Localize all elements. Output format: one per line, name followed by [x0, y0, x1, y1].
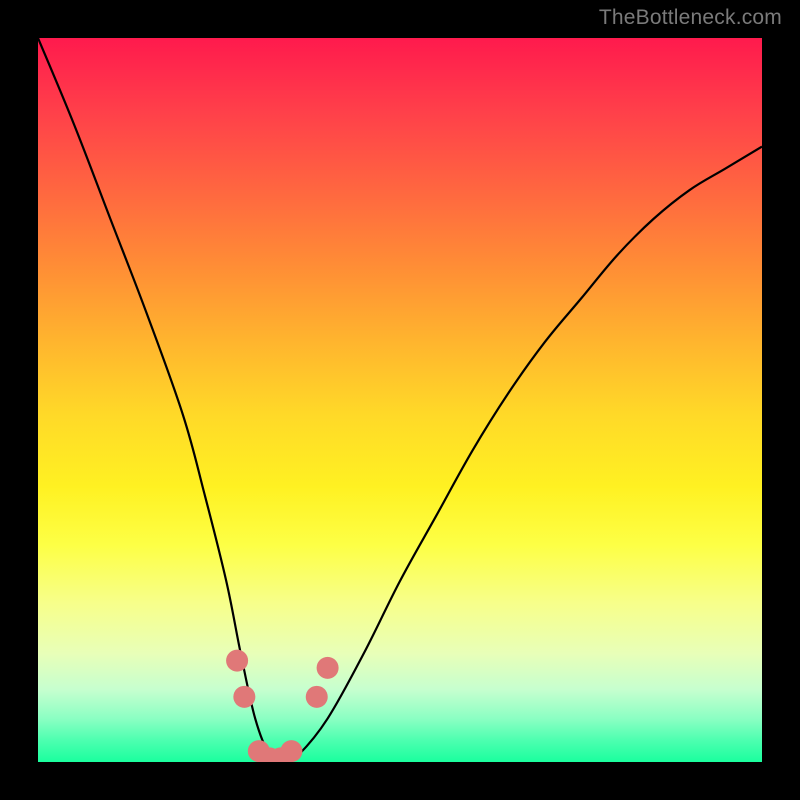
chart-plot-area	[38, 38, 762, 762]
chart-svg	[38, 38, 762, 762]
marker-dot	[233, 686, 255, 708]
marker-dot	[280, 740, 302, 762]
marker-dot	[317, 657, 339, 679]
curve-markers	[226, 650, 339, 762]
bottleneck-curve	[38, 38, 762, 762]
marker-dot	[306, 686, 328, 708]
chart-frame: TheBottleneck.com	[0, 0, 800, 800]
watermark-text: TheBottleneck.com	[599, 6, 782, 30]
marker-dot	[226, 650, 248, 672]
